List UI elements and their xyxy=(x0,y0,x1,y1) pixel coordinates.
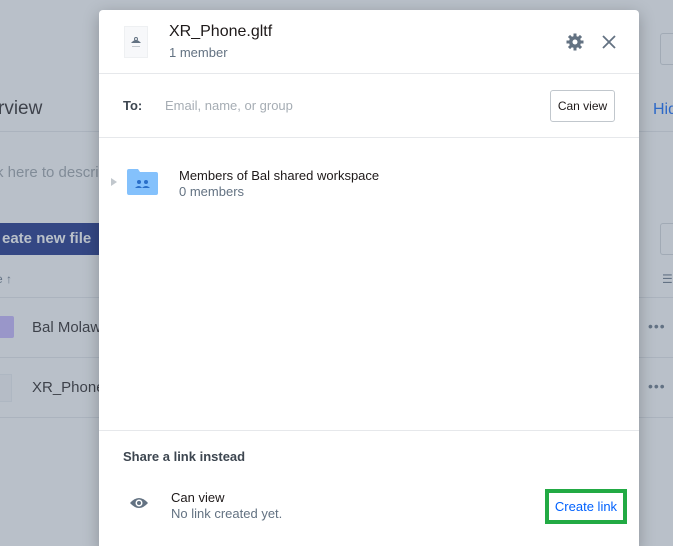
to-label: To: xyxy=(123,98,143,113)
gear-icon[interactable] xyxy=(565,32,585,52)
member-list-item[interactable]: Members of Bal shared workspace 0 member… xyxy=(99,165,639,205)
modal-header: XR_Phone.gltf 1 member xyxy=(99,10,639,74)
group-member-count: 0 members xyxy=(179,184,245,199)
member-count: 1 member xyxy=(169,45,228,60)
link-status: No link created yet. xyxy=(171,506,283,521)
permission-dropdown-button[interactable]: Can view xyxy=(550,90,615,122)
create-link-button[interactable]: Create link xyxy=(545,489,627,524)
share-link-title: Share a link instead xyxy=(123,449,246,464)
invite-row: To: Can view xyxy=(99,74,639,138)
link-permission: Can view xyxy=(171,490,225,505)
expand-arrow-icon[interactable] xyxy=(111,178,117,186)
3d-model-icon xyxy=(124,26,148,58)
eye-icon xyxy=(129,496,149,510)
invite-input[interactable] xyxy=(165,90,465,120)
share-modal: XR_Phone.gltf 1 member To: Email, name, … xyxy=(99,10,639,546)
group-name: Members of Bal shared workspace xyxy=(179,168,380,183)
close-icon[interactable] xyxy=(599,32,619,52)
shared-folder-icon xyxy=(127,169,158,195)
share-link-section: Share a link instead Can view No link cr… xyxy=(99,430,639,546)
file-name: XR_Phone.gltf xyxy=(169,23,273,40)
